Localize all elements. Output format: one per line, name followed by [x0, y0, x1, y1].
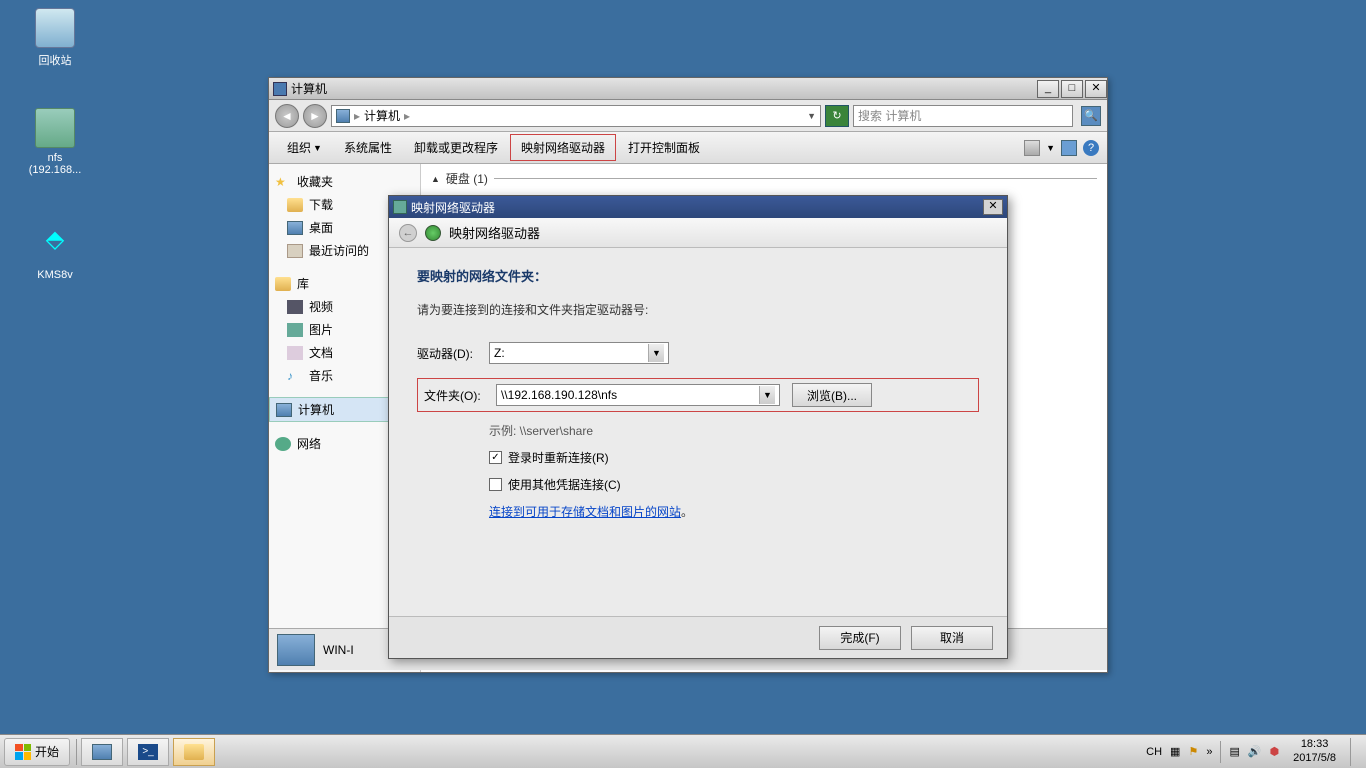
explorer-titlebar[interactable]: 计算机 _ □ ✕: [269, 78, 1107, 100]
server-icon: [92, 744, 112, 760]
map-drive-dialog: 映射网络驱动器 ✕ ← 映射网络驱动器 要映射的网络文件夹： 请为要连接到的连接…: [388, 195, 1008, 659]
toolbar: 组织 ▼ 系统属性 卸载或更改程序 映射网络驱动器 打开控制面板 ▼ ?: [269, 132, 1107, 164]
star-icon: ★: [275, 175, 291, 189]
folder-combo[interactable]: \\192.168.190.128\nfs ▼: [496, 384, 780, 406]
taskbar: 开始 >_ CH ▦ ⚑ » ▤ 🔊 ⬢ 18:33 2017/5/8: [0, 734, 1366, 768]
kms-icon: ⬘: [35, 225, 75, 265]
sidebar-favorites[interactable]: ★收藏夹: [269, 170, 420, 193]
recent-icon: [287, 244, 303, 258]
back-icon[interactable]: ←: [399, 224, 417, 242]
preview-pane-icon[interactable]: [1061, 140, 1077, 156]
collapse-icon: ▲: [431, 174, 440, 184]
kms-shortcut[interactable]: ⬘ KMS8v: [20, 225, 90, 281]
organize-menu[interactable]: 组织 ▼: [277, 135, 332, 160]
library-icon: [275, 277, 291, 291]
picture-icon: [287, 323, 303, 337]
chevron-down-icon[interactable]: ▼: [759, 386, 775, 404]
pinned-server-manager[interactable]: [81, 738, 123, 766]
desktop-icon: [287, 221, 303, 235]
status-text: WIN-I: [323, 643, 354, 657]
help-icon[interactable]: ?: [1083, 140, 1099, 156]
search-input[interactable]: 搜索 计算机: [853, 105, 1073, 127]
back-button[interactable]: ◄: [275, 104, 299, 128]
nfs-shortcut[interactable]: nfs (192.168...: [20, 108, 90, 176]
pinned-explorer[interactable]: [173, 738, 215, 766]
hdd-section[interactable]: ▲ 硬盘 (1): [431, 170, 1097, 187]
start-button[interactable]: 开始: [4, 738, 70, 766]
computer-icon: [336, 109, 350, 123]
dialog-instruction: 请为要连接到的连接和文件夹指定驱动器号:: [417, 301, 979, 318]
powershell-icon: >_: [138, 744, 158, 760]
explorer-title: 计算机: [291, 80, 1035, 97]
address-bar[interactable]: ▸ 计算机 ▸ ▼: [331, 105, 821, 127]
maximize-button[interactable]: □: [1061, 80, 1083, 98]
system-properties[interactable]: 系统属性: [334, 135, 402, 160]
recycle-label: 回收站: [20, 52, 90, 68]
tray-icon-2[interactable]: ⚑: [1188, 745, 1198, 758]
computer-icon: [276, 403, 292, 417]
pinned-powershell[interactable]: >_: [127, 738, 169, 766]
system-tray: CH ▦ ⚑ » ▤ 🔊 ⬢ 18:33 2017/5/8: [1140, 735, 1366, 768]
lang-indicator[interactable]: CH: [1146, 746, 1162, 758]
windows-logo-icon: [15, 744, 31, 760]
folder-label: 文件夹(O):: [424, 387, 496, 404]
othercred-checkbox[interactable]: [489, 478, 502, 491]
drive-label: 驱动器(D):: [417, 345, 489, 362]
kms-label: KMS8v: [20, 269, 90, 281]
search-icon[interactable]: 🔍: [1081, 106, 1101, 126]
refresh-button[interactable]: ↻: [825, 105, 849, 127]
addr-text: 计算机: [364, 107, 400, 124]
nav-row: ◄ ► ▸ 计算机 ▸ ▼ ↻ 搜索 计算机 🔍: [269, 100, 1107, 132]
reconnect-label: 登录时重新连接(R): [508, 449, 609, 466]
close-button[interactable]: ✕: [1085, 80, 1107, 98]
finish-button[interactable]: 完成(F): [819, 626, 901, 650]
recycle-icon: [35, 8, 75, 48]
video-icon: [287, 300, 303, 314]
recycle-bin[interactable]: 回收站: [20, 8, 90, 68]
reconnect-checkbox[interactable]: ✓: [489, 451, 502, 464]
dialog-close-button[interactable]: ✕: [983, 199, 1003, 215]
tray-icon-1[interactable]: ▦: [1170, 745, 1180, 758]
tray-icon-5[interactable]: 🔊: [1248, 745, 1262, 758]
computer-icon: [277, 634, 315, 666]
view-dropdown[interactable]: ▼: [1046, 143, 1055, 153]
drive-icon: [35, 108, 75, 148]
example-text: 示例: \\server\share: [489, 422, 979, 439]
folder-icon: [287, 198, 303, 212]
music-icon: ♪: [287, 369, 303, 383]
dialog-titlebar[interactable]: 映射网络驱动器 ✕: [389, 196, 1007, 218]
dialog-icon: [393, 200, 407, 214]
addr-dropdown[interactable]: ▼: [807, 111, 816, 121]
folder-icon: [184, 744, 204, 760]
storage-link[interactable]: 连接到可用于存储文档和图片的网站: [489, 505, 681, 519]
document-icon: [287, 346, 303, 360]
drive-combo[interactable]: Z: ▼: [489, 342, 669, 364]
nfs-sub: (192.168...: [20, 164, 90, 176]
cancel-button[interactable]: 取消: [911, 626, 993, 650]
network-icon: [275, 437, 291, 451]
tray-icon-3[interactable]: »: [1206, 746, 1212, 758]
browse-button[interactable]: 浏览(B)...: [792, 383, 872, 407]
chevron-down-icon[interactable]: ▼: [648, 344, 664, 362]
nfs-label: nfs: [20, 152, 90, 164]
show-desktop-button[interactable]: [1350, 738, 1360, 766]
dialog-heading: 要映射的网络文件夹：: [417, 266, 979, 285]
clock[interactable]: 18:33 2017/5/8: [1287, 738, 1342, 764]
dialog-subtitle: ← 映射网络驱动器: [389, 218, 1007, 248]
map-network-drive[interactable]: 映射网络驱动器: [510, 134, 616, 161]
computer-icon: [273, 82, 287, 96]
othercred-label: 使用其他凭据连接(C): [508, 476, 621, 493]
uninstall-programs[interactable]: 卸载或更改程序: [404, 135, 508, 160]
forward-button[interactable]: ►: [303, 104, 327, 128]
view-icon[interactable]: [1024, 140, 1040, 156]
globe-icon: [425, 225, 441, 241]
tray-icon-6[interactable]: ⬢: [1270, 745, 1280, 758]
minimize-button[interactable]: _: [1037, 80, 1059, 98]
control-panel[interactable]: 打开控制面板: [618, 135, 710, 160]
tray-icon-4[interactable]: ▤: [1229, 745, 1239, 758]
